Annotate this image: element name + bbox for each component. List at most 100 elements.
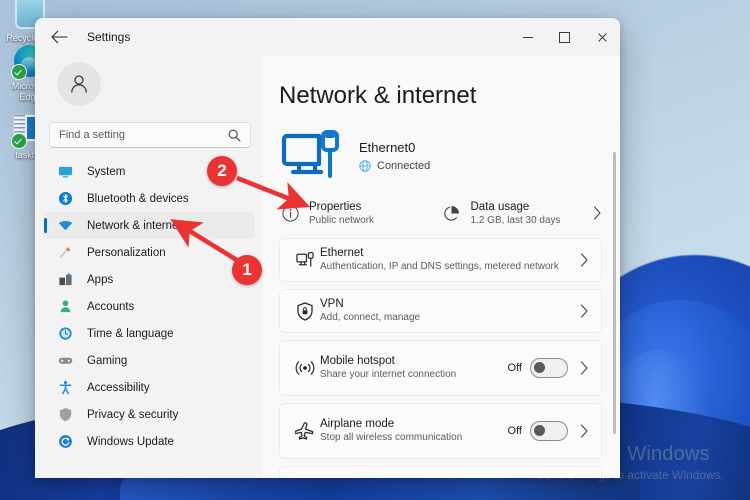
quick-action-properties[interactable]: Properties Public network	[279, 194, 441, 232]
chevron-right-icon	[580, 424, 589, 438]
window-controls	[509, 18, 620, 56]
sidebar-item-label: Personalization	[87, 247, 166, 259]
app-title: Settings	[87, 30, 130, 44]
quick-action-subtitle: 1.2 GB, last 30 days	[471, 215, 561, 226]
connection-status: Connected	[359, 160, 430, 172]
card-right	[580, 304, 589, 318]
sidebar-item-time-language[interactable]: Time & language	[43, 320, 255, 347]
clock-icon	[57, 326, 73, 342]
vpn-shield-icon	[290, 302, 320, 321]
sidebar-item-personalization[interactable]: Personalization	[43, 239, 255, 266]
ethernet-monitor-icon	[279, 126, 351, 186]
sidebar-item-apps[interactable]: Apps	[43, 266, 255, 293]
hero-text: Ethernet0 Connected	[359, 140, 430, 172]
back-button[interactable]	[43, 22, 75, 52]
card-airplane-mode[interactable]: Airplane mode Stop all wireless communic…	[279, 403, 602, 459]
sidebar-item-privacy-security[interactable]: Privacy & security	[43, 401, 255, 428]
quick-action-subtitle: Public network	[309, 215, 374, 226]
card-text: Mobile hotspot Share your internet conne…	[320, 348, 508, 388]
minimize-button[interactable]	[509, 18, 546, 56]
person-icon	[68, 73, 90, 95]
card-subtitle: Add, connect, manage	[320, 312, 580, 324]
update-icon	[57, 434, 73, 450]
card-partial-below[interactable]	[279, 466, 602, 478]
card-subtitle: Authentication, IP and DNS settings, met…	[320, 261, 580, 273]
avatar[interactable]	[57, 62, 101, 106]
shortcut-check-badge-icon	[11, 133, 27, 149]
accessibility-icon	[57, 380, 73, 396]
sidebar-item-bluetooth-devices[interactable]: Bluetooth & devices	[43, 185, 255, 212]
page-title: Network & internet	[279, 82, 602, 110]
settings-card-list: Ethernet Authentication, IP and DNS sett…	[279, 238, 602, 478]
person-icon	[57, 299, 73, 315]
card-title: VPN	[320, 298, 580, 310]
search-input[interactable]	[50, 129, 228, 141]
hotspot-icon	[290, 359, 320, 377]
sidebar-item-system[interactable]: System	[43, 158, 255, 185]
gamepad-icon	[57, 353, 73, 369]
card-title: Ethernet	[320, 247, 580, 259]
sidebar-item-label: Apps	[87, 274, 113, 286]
card-vpn[interactable]: VPN Add, connect, manage	[279, 289, 602, 333]
sidebar-item-label: Privacy & security	[87, 409, 178, 421]
search-box[interactable]	[49, 122, 251, 148]
card-right	[580, 253, 589, 267]
connection-status-text: Connected	[377, 160, 430, 172]
bluetooth-icon	[57, 191, 73, 207]
sidebar-item-label: Bluetooth & devices	[87, 193, 189, 205]
toggle-state-label: Off	[508, 425, 522, 437]
content-scrollbar[interactable]	[613, 152, 616, 434]
mobile-hotspot-toggle[interactable]	[530, 358, 568, 378]
search-icon	[228, 129, 241, 142]
settings-window: Settings	[35, 18, 620, 478]
minimize-icon	[523, 37, 533, 38]
sidebar-item-gaming[interactable]: Gaming	[43, 347, 255, 374]
sidebar: System Bluetooth & devices	[35, 56, 263, 478]
quick-action-title: Properties	[309, 201, 374, 213]
quick-action-text: Properties Public network	[309, 201, 374, 226]
card-title: Mobile hotspot	[320, 355, 508, 367]
quick-action-title: Data usage	[471, 201, 561, 213]
sidebar-item-windows-update[interactable]: Windows Update	[43, 428, 255, 455]
shortcut-check-badge-icon	[11, 64, 27, 80]
window-body: System Bluetooth & devices	[35, 56, 620, 478]
maximize-button[interactable]	[546, 18, 583, 56]
card-text: VPN Add, connect, manage	[320, 291, 580, 331]
sidebar-item-label: Gaming	[87, 355, 127, 367]
wifi-icon	[57, 218, 73, 234]
maximize-icon	[559, 32, 570, 43]
card-text: Ethernet Authentication, IP and DNS sett…	[320, 240, 580, 280]
airplane-icon	[290, 422, 320, 441]
chevron-right-icon	[580, 304, 589, 318]
quick-actions-row: Properties Public network Data usage 1.2…	[279, 194, 602, 232]
brush-icon	[57, 245, 73, 261]
globe-icon	[359, 160, 371, 172]
sidebar-item-label: Network & internet	[87, 220, 182, 232]
sidebar-item-accessibility[interactable]: Accessibility	[43, 374, 255, 401]
sidebar-item-label: System	[87, 166, 125, 178]
close-button[interactable]	[583, 18, 620, 56]
info-icon	[279, 205, 301, 222]
main-content: Network & internet	[263, 56, 620, 478]
chevron-right-icon	[580, 253, 589, 267]
sidebar-item-label: Accessibility	[87, 382, 150, 394]
sidebar-item-accounts[interactable]: Accounts	[43, 293, 255, 320]
chevron-right-icon	[580, 361, 589, 375]
sidebar-item-label: Accounts	[87, 301, 134, 313]
card-right: Off	[508, 358, 589, 378]
toggle-state-label: Off	[508, 362, 522, 374]
network-status-hero: Ethernet0 Connected	[279, 126, 602, 186]
quick-action-data-usage[interactable]: Data usage 1.2 GB, last 30 days	[441, 194, 603, 232]
sidebar-item-label: Windows Update	[87, 436, 174, 448]
sidebar-nav-list: System Bluetooth & devices	[43, 158, 255, 455]
shield-icon	[57, 407, 73, 423]
apps-icon	[57, 272, 73, 288]
window-title-bar: Settings	[35, 18, 620, 56]
airplane-mode-toggle[interactable]	[530, 421, 568, 441]
card-ethernet[interactable]: Ethernet Authentication, IP and DNS sett…	[279, 238, 602, 282]
sidebar-item-label: Time & language	[87, 328, 174, 340]
sidebar-item-network-internet[interactable]: Network & internet	[43, 212, 255, 239]
chevron-right-icon	[593, 206, 602, 220]
ethernet-icon	[290, 251, 320, 269]
card-mobile-hotspot[interactable]: Mobile hotspot Share your internet conne…	[279, 340, 602, 396]
